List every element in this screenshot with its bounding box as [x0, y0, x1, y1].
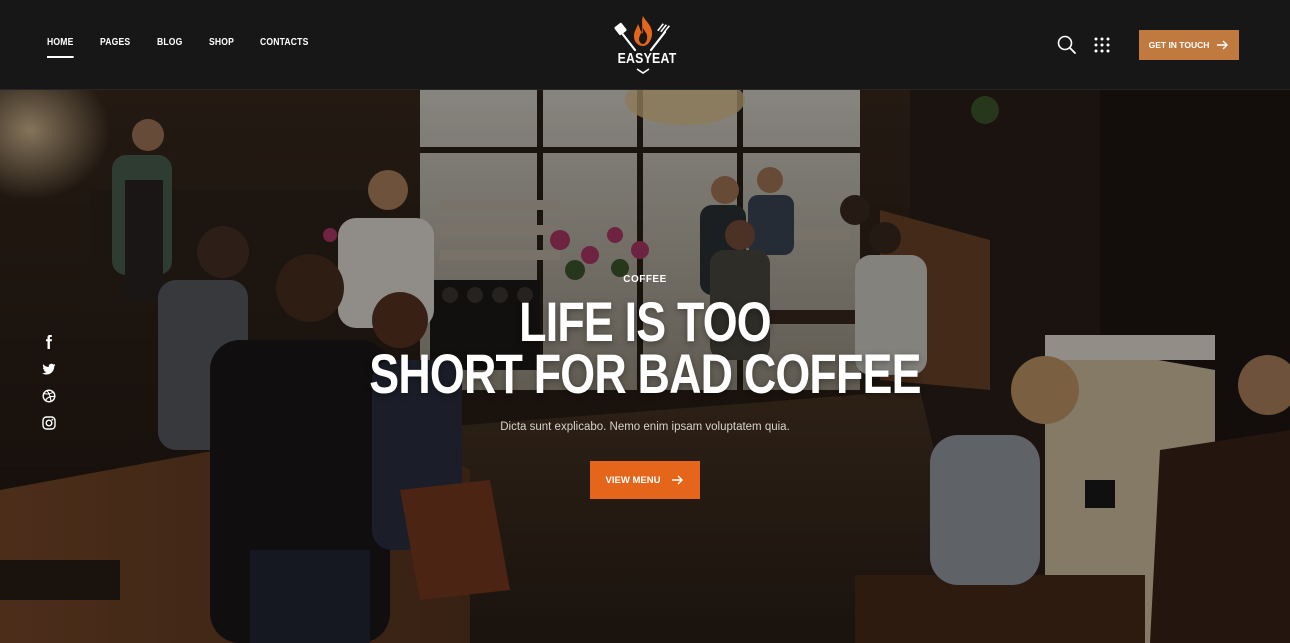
- nav-blog[interactable]: BLOG: [157, 37, 183, 58]
- search-icon[interactable]: [1057, 35, 1076, 54]
- nav-pages[interactable]: PAGES: [100, 37, 130, 58]
- site-header: HOME PAGES BLOG SHOP CONTACTS EASYEAT GE…: [0, 0, 1290, 90]
- grid-dots-icon[interactable]: [1094, 37, 1110, 53]
- get-in-touch-label: GET IN TOUCH: [1148, 40, 1210, 50]
- logo-chevron-icon: [636, 68, 650, 74]
- get-in-touch-button[interactable]: GET IN TOUCH: [1139, 30, 1239, 60]
- arrow-right-icon: [1217, 40, 1229, 50]
- main-nav: HOME PAGES BLOG SHOP CONTACTS: [47, 37, 338, 58]
- twitter-icon[interactable]: [42, 362, 56, 376]
- logo-text: EASYEAT: [617, 50, 677, 67]
- site-logo[interactable]: EASYEAT: [612, 14, 677, 76]
- hero-headline: LIFE IS TOO SHORT FOR BAD COFFEE: [129, 290, 1161, 405]
- hero-section: COFFEE LIFE IS TOO SHORT FOR BAD COFFEE …: [0, 90, 1290, 643]
- dribbble-icon[interactable]: [42, 389, 56, 403]
- view-menu-button[interactable]: VIEW MENU: [590, 461, 700, 499]
- hero-headline-line-1: LIFE IS TOO: [519, 290, 772, 353]
- nav-shop[interactable]: SHOP: [209, 37, 234, 58]
- flame-with-utensils-icon: [614, 16, 670, 52]
- hero-eyebrow: COFFEE: [623, 274, 667, 285]
- nav-contacts[interactable]: CONTACTS: [260, 37, 309, 58]
- facebook-icon[interactable]: [42, 335, 56, 349]
- view-menu-label: VIEW MENU: [605, 474, 661, 486]
- hero-headline-line-2: SHORT FOR BAD COFFEE: [369, 342, 921, 405]
- arrow-right-icon: [672, 475, 684, 485]
- hero-subtext: Dicta sunt explicabo. Nemo enim ipsam vo…: [500, 421, 790, 433]
- nav-home[interactable]: HOME: [47, 37, 74, 58]
